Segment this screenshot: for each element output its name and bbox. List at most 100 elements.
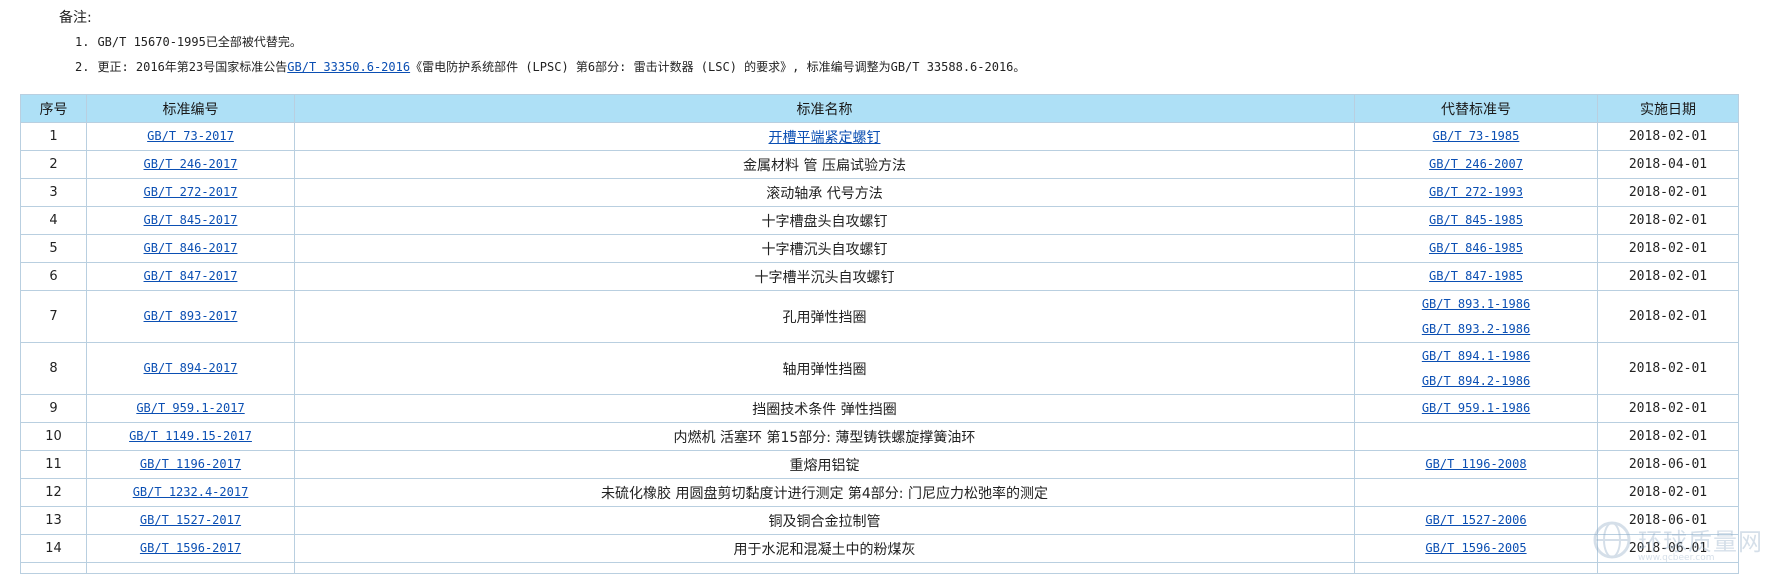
cell-date: 2018-02-01 [1597,478,1739,507]
cell-name: 滚动轴承 代号方法 [294,178,1355,207]
empty-cell [86,562,295,574]
table-row: 7 GB/T 893-2017 孔用弹性挡圈 GB/T 893.1-1986 GB/T … [20,290,1739,343]
cell-name: 重熔用铝锭 [294,450,1355,479]
replaced-standard-link[interactable]: GB/T 845-1985 [1429,213,1523,227]
notes-title: 备注: [59,10,92,26]
cell-code: GB/T 73-2017 [86,122,295,151]
standard-code-link[interactable]: GB/T 846-2017 [144,241,238,255]
replaced-standard-link[interactable]: GB/T 246-2007 [1429,157,1523,171]
cell-code: GB/T 246-2017 [86,150,295,179]
cell-code: GB/T 1149.15-2017 [86,422,295,451]
cell-number: 7 [20,290,87,343]
cell-replaces: GB/T 845-1985 [1354,206,1598,235]
column-header-number: 序号 [20,94,87,123]
replaced-standard-link[interactable]: GB/T 894.2-1986 [1355,369,1597,394]
table-header-row: 序号 标准编号 标准名称 代替标准号 实施日期 [20,94,1739,123]
standard-name-link[interactable]: 开槽平端紧定螺钉 [769,130,881,146]
standard-code-link[interactable]: GB/T 845-2017 [144,213,238,227]
standard-name: 十字槽盘头自攻螺钉 [761,213,888,230]
cell-code: GB/T 894-2017 [86,342,295,395]
watermark-url: www.qcbeer.com [1638,553,1715,563]
note-text: 更正: 2016年第23号国家标准公告 [97,60,288,74]
replaced-standard-link[interactable]: GB/T 959.1-1986 [1422,401,1530,415]
table-row: 6 GB/T 847-2017 十字槽半沉头自攻螺钉 GB/T 847-1985 201… [20,262,1739,291]
table-row: 8 GB/T 894-2017 轴用弹性挡圈 GB/T 894.1-1986 GB/T … [20,342,1739,395]
standard-code-link[interactable]: GB/T 847-2017 [144,269,238,283]
table-row: 9 GB/T 959.1-2017 挡圈技术条件 弹性挡圈 GB/T 959.1-19… [20,394,1739,423]
standard-code-link[interactable]: GB/T 1527-2017 [140,513,241,527]
replaced-standard-link[interactable]: GB/T 846-1985 [1429,241,1523,255]
cell-number: 6 [20,262,87,291]
cell-code: GB/T 272-2017 [86,178,295,207]
note-standard-link[interactable]: GB/T 33350.6-2016 [287,60,410,74]
table-row: 10 GB/T 1149.15-2017 内燃机 活塞环 第15部分: 薄型铸铁螺旋… [20,422,1739,451]
standard-code-link[interactable]: GB/T 246-2017 [144,157,238,171]
standard-name: 滚动轴承 代号方法 [766,185,883,202]
replaced-standard-link[interactable]: GB/T 1527-2006 [1425,513,1526,527]
standard-code-link[interactable]: GB/T 272-2017 [144,185,238,199]
table-body: 1 GB/T 73-2017 开槽平端紧定螺钉 GB/T 73-1985 2018-02… [20,122,1739,574]
cell-replaces: GB/T 1527-2006 [1354,506,1598,535]
cell-code: GB/T 1196-2017 [86,450,295,479]
cell-replaces [1354,422,1598,451]
standard-code-link[interactable]: GB/T 894-2017 [144,361,238,375]
replaced-standard-link[interactable]: GB/T 893.1-1986 [1355,292,1597,317]
replaced-standard-link[interactable]: GB/T 272-1993 [1429,185,1523,199]
cell-name: 孔用弹性挡圈 [294,290,1355,343]
column-header-code: 标准编号 [86,94,295,123]
standard-code-link[interactable]: GB/T 73-2017 [147,129,234,143]
cell-name: 铜及铜合金拉制管 [294,506,1355,535]
replaced-standard-link[interactable]: GB/T 847-1985 [1429,269,1523,283]
cell-number: 12 [20,478,87,507]
note-text: 《雷电防护系统部件 (LPSC) 第6部分: 雷击计数器 (LSC) 的要求》,… [410,60,1026,74]
table-row-partial [20,562,1739,574]
cell-replaces: GB/T 246-2007 [1354,150,1598,179]
standard-code-link[interactable]: GB/T 1232.4-2017 [133,485,249,499]
table-row: 4 GB/T 845-2017 十字槽盘头自攻螺钉 GB/T 845-1985 2018… [20,206,1739,235]
standard-name: 十字槽沉头自攻螺钉 [761,241,888,258]
cell-name: 未硫化橡胶 用圆盘剪切黏度计进行测定 第4部分: 门尼应力松弛率的测定 [294,478,1355,507]
replaced-standard-link[interactable]: GB/T 1596-2005 [1425,541,1526,555]
replaced-standard-link[interactable]: GB/T 893.2-1986 [1355,317,1597,342]
cell-name: 十字槽盘头自攻螺钉 [294,206,1355,235]
cell-date: 2018-02-01 [1597,394,1739,423]
empty-cell [20,562,87,574]
standard-name: 用于水泥和混凝土中的粉煤灰 [733,541,916,558]
note-number: 1. [75,35,90,49]
cell-number: 13 [20,506,87,535]
table-row: 3 GB/T 272-2017 滚动轴承 代号方法 GB/T 272-1993 2018… [20,178,1739,207]
cell-number: 8 [20,342,87,395]
cell-code: GB/T 846-2017 [86,234,295,263]
table-row: 2 GB/T 246-2017 金属材料 管 压扁试验方法 GB/T 246-2007… [20,150,1739,179]
cell-replaces: GB/T 894.1-1986 GB/T 894.2-1986 [1354,342,1598,395]
cell-replaces: GB/T 73-1985 [1354,122,1598,151]
cell-date: 2018-04-01 [1597,150,1739,179]
cell-code: GB/T 845-2017 [86,206,295,235]
cell-replaces [1354,478,1598,507]
standard-name: 挡圈技术条件 弹性挡圈 [752,401,897,418]
cell-number: 11 [20,450,87,479]
standard-code-link[interactable]: GB/T 893-2017 [144,309,238,323]
cell-date: 2018-02-01 [1597,290,1739,343]
cell-replaces: GB/T 846-1985 [1354,234,1598,263]
cell-date: 2018-02-01 [1597,422,1739,451]
cell-number: 1 [20,122,87,151]
standard-name: 金属材料 管 压扁试验方法 [743,157,906,174]
standard-code-link[interactable]: GB/T 1196-2017 [140,457,241,471]
empty-cell [1354,562,1598,574]
cell-date: 2018-02-01 [1597,342,1739,395]
replaced-standard-link[interactable]: GB/T 73-1985 [1433,129,1520,143]
cell-name: 金属材料 管 压扁试验方法 [294,150,1355,179]
replaced-standard-link[interactable]: GB/T 894.1-1986 [1355,344,1597,369]
standard-code-link[interactable]: GB/T 959.1-2017 [136,401,244,415]
standards-table: 序号 标准编号 标准名称 代替标准号 实施日期 1 GB/T 73-2017 开槽平… [20,94,1739,574]
cell-name: 挡圈技术条件 弹性挡圈 [294,394,1355,423]
replaced-standard-link[interactable]: GB/T 1196-2008 [1425,457,1526,471]
watermark-text: 环球质量网 [1638,528,1763,556]
standard-code-link[interactable]: GB/T 1149.15-2017 [129,429,252,443]
empty-cell [294,562,1355,574]
standard-code-link[interactable]: GB/T 1596-2017 [140,541,241,555]
note-item-1: 1. GB/T 15670-1995已全部被代替完。 [75,34,302,50]
table-row: 12 GB/T 1232.4-2017 未硫化橡胶 用圆盘剪切黏度计进行测定 第4部… [20,478,1739,507]
cell-name: 内燃机 活塞环 第15部分: 薄型铸铁螺旋撑簧油环 [294,422,1355,451]
